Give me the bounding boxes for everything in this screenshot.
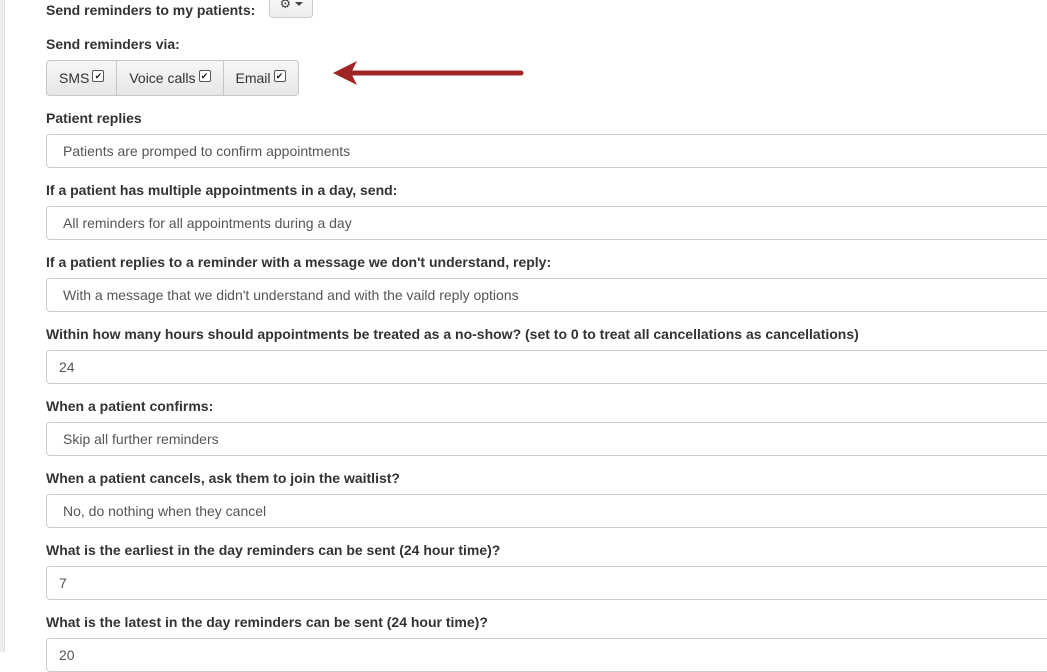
multiple-appointments-group: If a patient has multiple appointments i…	[46, 180, 1047, 240]
latest-time-group: What is the latest in the day reminders …	[46, 612, 1047, 672]
caret-down-icon	[295, 1, 304, 6]
earliest-time-group: What is the earliest in the day reminder…	[46, 540, 1047, 600]
gear-icon: ⚙	[279, 0, 292, 11]
voice-calls-toggle-label: Voice calls	[129, 70, 196, 86]
on-confirm-select[interactable]: Skip all further reminders	[46, 422, 1047, 456]
earliest-time-label: What is the earliest in the day reminder…	[46, 542, 501, 558]
unknown-reply-group: If a patient replies to a reminder with …	[46, 252, 1047, 312]
on-cancel-label: When a patient cancels, ask them to join…	[46, 470, 400, 486]
reminder-settings-form: Send reminders to my patients: ⚙ Send re…	[46, 0, 1047, 672]
reminder-channel-toggle-group: SMS ✔ Voice calls ✔ Email ✔	[46, 60, 299, 96]
checkbox-checked-icon: ✔	[273, 70, 286, 82]
reminders-for-patients-row: Send reminders to my patients: ⚙	[46, 0, 1047, 25]
no-show-hours-input[interactable]: 24	[46, 350, 1047, 384]
on-confirm-label: When a patient confirms:	[46, 398, 214, 414]
earliest-time-input[interactable]: 7	[46, 566, 1047, 600]
multiple-appointments-label: If a patient has multiple appointments i…	[46, 182, 398, 198]
checkbox-checked-icon: ✔	[92, 70, 105, 82]
sms-toggle-label: SMS	[59, 70, 90, 86]
annotation-arrow	[333, 61, 524, 85]
on-cancel-group: When a patient cancels, ask them to join…	[46, 468, 1047, 528]
no-show-hours-label: Within how many hours should appointment…	[46, 326, 859, 342]
reminders-settings-dropdown-button[interactable]: ⚙	[269, 0, 314, 18]
voice-calls-toggle-button[interactable]: Voice calls ✔	[117, 61, 224, 95]
on-cancel-select[interactable]: No, do nothing when they cancel	[46, 494, 1047, 528]
reminders-via-group: Send reminders via: SMS ✔ Voice calls ✔ …	[46, 34, 1047, 96]
patient-replies-group: Patient replies Patients are promped to …	[46, 108, 1047, 168]
unknown-reply-select[interactable]: With a message that we didn't understand…	[46, 278, 1047, 312]
sms-toggle-button[interactable]: SMS ✔	[47, 61, 118, 95]
patient-replies-select[interactable]: Patients are promped to confirm appointm…	[46, 134, 1047, 168]
multiple-appointments-select[interactable]: All reminders for all appointments durin…	[46, 206, 1047, 240]
latest-time-input[interactable]: 20	[46, 638, 1047, 672]
checkbox-checked-icon: ✔	[198, 70, 211, 82]
latest-time-label: What is the latest in the day reminders …	[46, 614, 488, 630]
on-confirm-group: When a patient confirms: Skip all furthe…	[46, 396, 1047, 456]
email-toggle-label: Email	[235, 70, 271, 86]
left-panel-edge	[0, 0, 5, 652]
reminders-for-patients-label: Send reminders to my patients:	[46, 2, 256, 18]
email-toggle-button[interactable]: Email ✔	[224, 61, 298, 95]
patient-replies-label: Patient replies	[46, 110, 142, 126]
reminders-via-label: Send reminders via:	[46, 36, 180, 52]
unknown-reply-label: If a patient replies to a reminder with …	[46, 254, 552, 270]
no-show-hours-group: Within how many hours should appointment…	[46, 324, 1047, 384]
